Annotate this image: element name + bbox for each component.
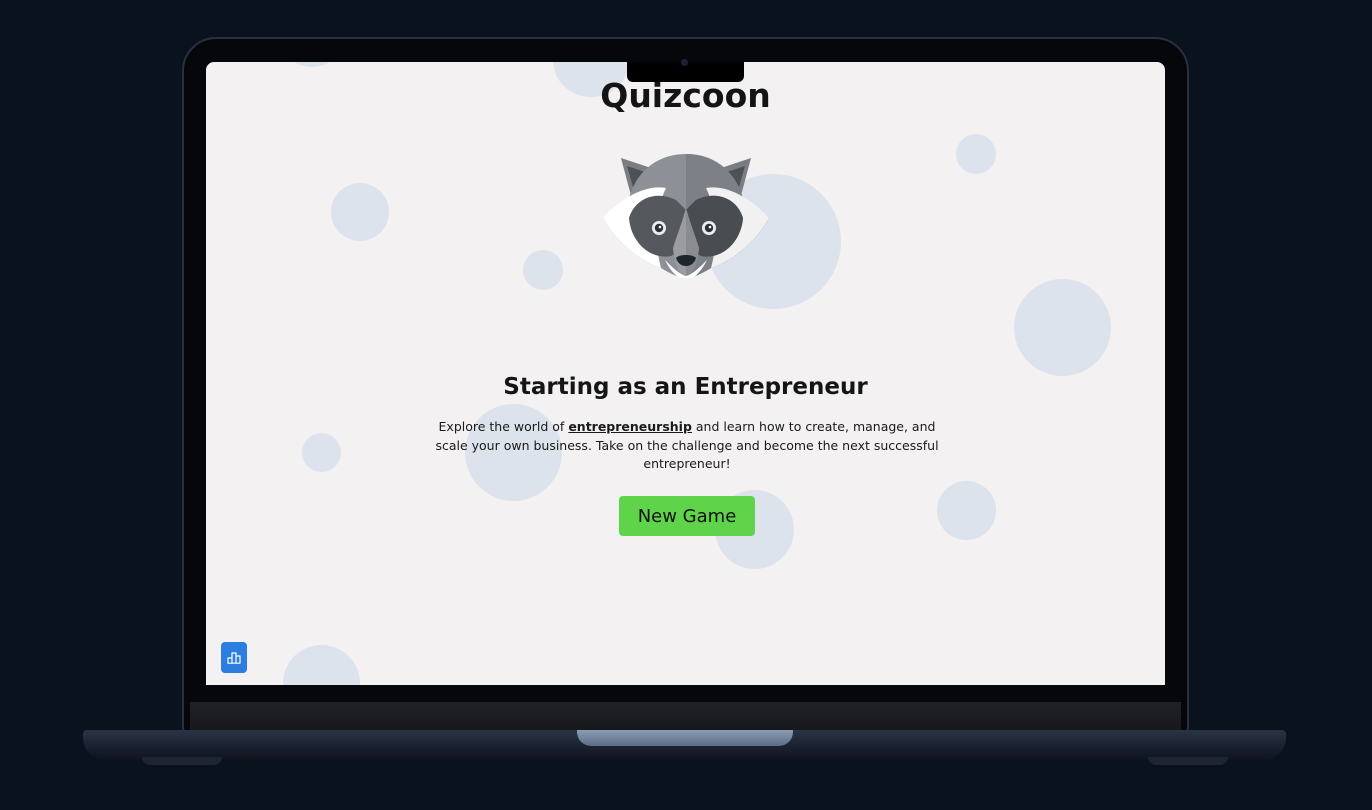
laptop-foot-left (142, 757, 222, 765)
app-screen: Quizcoon Starting as an Entrepreneur Exp… (206, 62, 1165, 685)
background-bubble (523, 250, 563, 290)
description-highlight: entrepreneurship (568, 419, 692, 434)
leaderboard-button[interactable] (221, 642, 247, 673)
description-text: Explore the world of (438, 419, 569, 434)
laptop-base-notch (577, 730, 793, 746)
background-bubble (286, 62, 338, 67)
background-bubble (1014, 279, 1111, 376)
camera-icon (681, 59, 688, 66)
laptop-foot-right (1148, 757, 1228, 765)
leaderboard-icon (227, 651, 241, 664)
background-bubble (937, 481, 996, 540)
background-bubble (283, 645, 360, 685)
background-bubble (302, 433, 341, 472)
raccoon-icon (603, 154, 769, 278)
new-game-button[interactable]: New Game (619, 496, 755, 536)
quiz-heading: Starting as an Entrepreneur (503, 374, 868, 400)
background-bubble (956, 134, 996, 174)
background-bubble (331, 183, 389, 241)
quiz-description: Explore the world of entrepreneurship an… (432, 418, 942, 474)
